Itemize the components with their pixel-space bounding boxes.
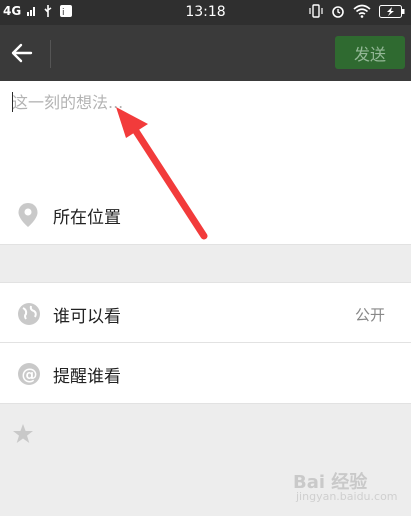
toolbar-divider: [50, 40, 51, 68]
back-button[interactable]: [6, 37, 38, 69]
mention-row[interactable]: @ 提醒谁看: [0, 343, 411, 403]
visibility-label: 谁可以看: [53, 307, 121, 327]
alarm-icon: [332, 6, 344, 18]
send-button[interactable]: 发送: [335, 36, 405, 69]
star-icon[interactable]: [12, 423, 34, 445]
at-icon: @: [18, 363, 40, 385]
vibrate-icon: [309, 4, 323, 18]
text-cursor: [12, 92, 13, 112]
arrow-left-icon: [11, 43, 33, 63]
wifi-icon: [353, 4, 371, 18]
thought-input[interactable]: [12, 90, 392, 114]
divider: [0, 403, 411, 404]
battery-charging-icon: [379, 4, 405, 18]
settings-section: 谁可以看 公开 @ 提醒谁看: [0, 282, 411, 404]
top-toolbar: 发送: [0, 25, 411, 81]
svg-text:@: @: [22, 365, 38, 384]
visibility-value: 公开: [354, 306, 385, 324]
status-bar: 4G i 13:18: [0, 0, 411, 25]
divider: [0, 244, 411, 245]
location-row[interactable]: 所在位置: [0, 190, 411, 242]
globe-icon: [18, 303, 40, 325]
location-label: 所在位置: [53, 208, 121, 228]
location-pin-icon: [18, 203, 38, 227]
watermark-url: jingyan.baidu.com: [296, 490, 398, 503]
visibility-row[interactable]: 谁可以看 公开: [0, 283, 411, 343]
mention-label: 提醒谁看: [53, 367, 121, 387]
